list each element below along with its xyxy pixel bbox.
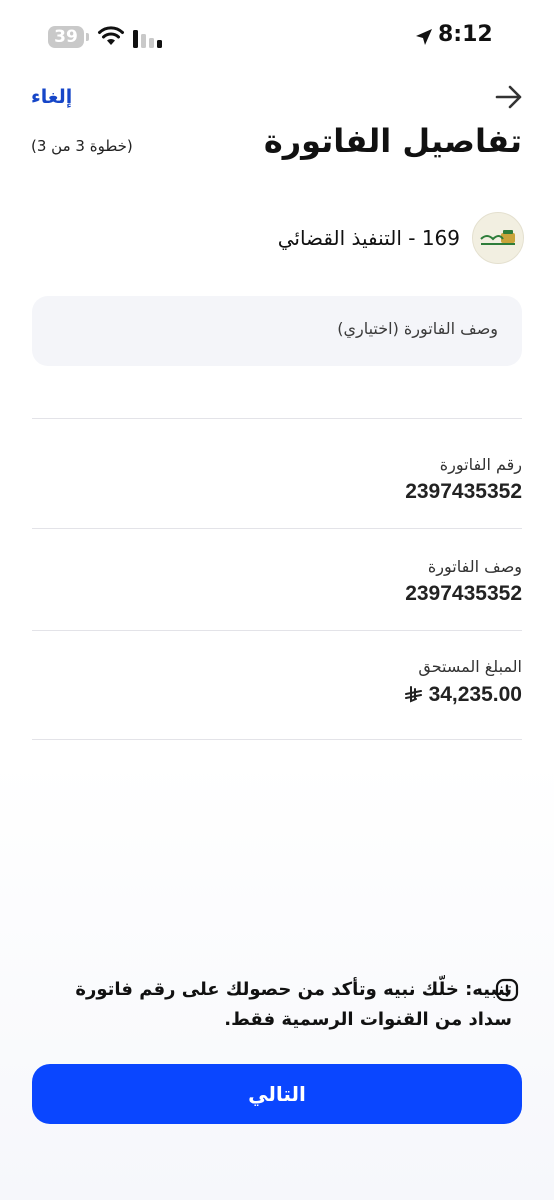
amount-due-value: 34,235.00 xyxy=(428,683,522,706)
cellular-signal-icon xyxy=(133,30,162,48)
divider xyxy=(32,528,522,529)
clock: 8:12 xyxy=(438,22,493,47)
invoice-description-value: 2397435352 xyxy=(405,582,522,605)
battery-level: 39 xyxy=(54,27,78,47)
invoice-description-placeholder: وصف الفاتورة (اختياري) xyxy=(337,319,498,338)
wifi-icon xyxy=(98,26,124,45)
cancel-button[interactable]: إلغاء xyxy=(31,86,72,108)
saudi-riyal-icon xyxy=(404,686,422,703)
battery-tip xyxy=(86,33,89,41)
invoice-number-label: رقم الفاتورة xyxy=(439,455,522,474)
biller-name: 169 - التنفيذ القضائي xyxy=(277,226,460,250)
battery-icon: 39 xyxy=(48,26,84,48)
step-indicator: (خطوة 3 من 3) xyxy=(31,137,133,155)
amount-due: 34,235.00 xyxy=(404,683,522,707)
divider xyxy=(32,739,522,740)
arrow-right-icon[interactable] xyxy=(494,84,524,110)
divider xyxy=(32,630,522,631)
judicial-enforcement-logo xyxy=(472,212,524,264)
warning-text: تنبيه: خلّك نبيه وتأكد من حصولك على رقم … xyxy=(75,979,512,1030)
next-button[interactable]: التالي xyxy=(32,1064,522,1124)
location-arrow-icon xyxy=(416,29,432,45)
amount-due-label: المبلغ المستحق xyxy=(418,657,522,676)
invoice-description-label: وصف الفاتورة xyxy=(427,557,522,576)
status-bar: 39 8:12 xyxy=(0,0,554,76)
page-title: تفاصيل الفاتورة xyxy=(263,122,522,160)
invoice-description-input[interactable]: وصف الفاتورة (اختياري) xyxy=(32,296,522,366)
divider xyxy=(32,418,522,419)
invoice-number-value: 2397435352 xyxy=(405,480,522,503)
